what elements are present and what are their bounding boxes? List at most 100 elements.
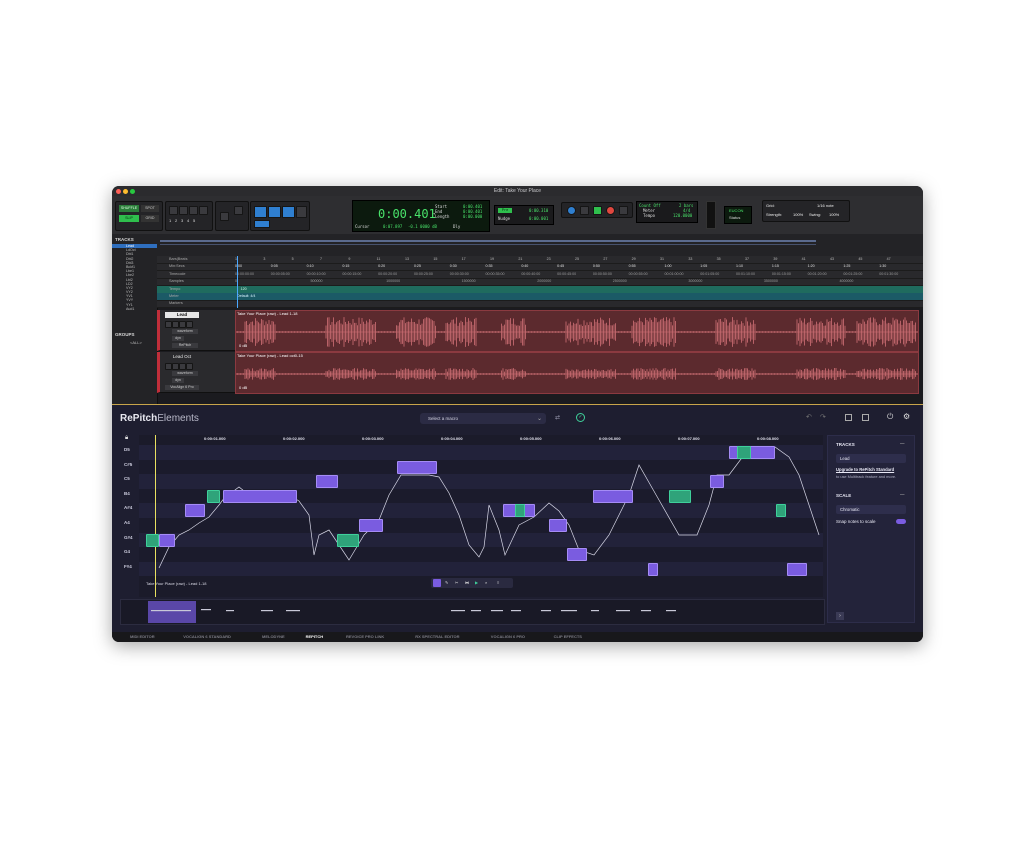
grid-value[interactable]: 1/16 note — [817, 203, 834, 208]
length-value[interactable]: 0:00.000 — [463, 214, 482, 219]
mute-icon[interactable] — [186, 321, 193, 328]
pre-roll-value[interactable]: 0:00.310 — [529, 208, 548, 213]
plugin-tab[interactable]: CLIP EFFECTS — [554, 632, 582, 642]
tempo-value[interactable]: ♩120 — [237, 286, 247, 293]
swing-value[interactable]: 100% — [829, 212, 839, 217]
audio-clip-lead[interactable]: Take Your Place (raw) - Lead 1-18 0 dB — [235, 310, 919, 352]
record-arm-icon[interactable] — [165, 321, 172, 328]
view-selector[interactable]: waveform — [172, 371, 198, 376]
macro-select[interactable]: Select a macro — [420, 413, 546, 424]
pitch-note-blob[interactable] — [593, 489, 633, 503]
upgrade-link[interactable]: Upgrade to RePitch Standard — [836, 467, 894, 472]
pitch-note-blob[interactable] — [669, 489, 691, 503]
plugin-tab[interactable]: MIDI EDITOR — [130, 632, 155, 642]
piano-key-label[interactable]: C#5 — [124, 462, 132, 467]
select-tool-icon[interactable] — [433, 579, 441, 587]
grid-mode-button[interactable]: GRID — [141, 215, 159, 222]
gear-icon[interactable]: ⚙ — [903, 412, 910, 421]
minimize-icon[interactable] — [123, 188, 128, 194]
solo-icon[interactable] — [179, 321, 186, 328]
plugin-tab[interactable]: VOCALIGN 6 PRO — [491, 632, 525, 642]
spot-mode-button[interactable]: SPOT — [141, 205, 159, 212]
undo-icon[interactable]: ↶ — [806, 413, 812, 421]
grabber-tool-button[interactable] — [282, 206, 295, 218]
pitch-note-blob[interactable] — [316, 475, 338, 489]
collapse-icon[interactable]: — — [900, 441, 905, 446]
piano-key-label[interactable]: F#4 — [124, 564, 132, 569]
dyn-button[interactable]: dyn — [172, 336, 184, 341]
chevron-down-icon[interactable]: ⌄ — [537, 415, 542, 422]
pitch-note-blob[interactable] — [515, 504, 525, 518]
track-num-4[interactable]: 4 — [187, 218, 189, 223]
piano-key-label[interactable]: C5 — [124, 476, 130, 481]
nudge-value[interactable]: 0:00.001 — [529, 216, 548, 221]
scissors-icon[interactable]: ✂ — [455, 580, 458, 585]
zoom-in-icon[interactable] — [179, 206, 188, 215]
pitch-note-blob[interactable] — [337, 533, 359, 547]
pitch-note-blob[interactable] — [397, 460, 437, 474]
clip-gain[interactable]: 0 dB — [239, 343, 247, 348]
plugin-tab[interactable]: MELODYNE — [262, 632, 285, 642]
piano-key-label[interactable]: D5 — [124, 447, 130, 452]
overview-navigator[interactable] — [120, 599, 825, 625]
piano-key-label[interactable]: A#4 — [124, 505, 132, 510]
track-num-1[interactable]: 1 — [169, 218, 171, 223]
slip-mode-button[interactable]: SLIP — [119, 215, 139, 222]
dyn-button[interactable]: dyn — [172, 378, 184, 383]
plugin-tab[interactable]: RX SPECTRAL EDITOR — [415, 632, 459, 642]
delay-label[interactable]: Dly — [453, 224, 460, 229]
pitch-note-blob[interactable] — [207, 489, 220, 503]
redo-icon[interactable]: ↷ — [820, 413, 826, 421]
track-num-3[interactable]: 3 — [181, 218, 183, 223]
pitch-note-blob[interactable] — [787, 562, 807, 576]
plugin-tab[interactable]: VOCALIGN 6 STANDARD — [183, 632, 231, 642]
selector-tool-button[interactable] — [268, 206, 281, 218]
plugin-insert[interactable]: VocAlign 6 Pro — [165, 385, 199, 390]
trim-tool-icon[interactable] — [220, 212, 229, 221]
pitch-note-blob[interactable] — [359, 519, 383, 532]
export-icon[interactable] — [862, 414, 869, 421]
track-name-field[interactable]: Lead — [165, 312, 199, 318]
loop-icon[interactable] — [567, 206, 576, 215]
record-arm-icon[interactable] — [165, 363, 172, 370]
main-counter[interactable]: 0:00.401 — [378, 207, 436, 221]
zoom-icon[interactable]: ⌕ — [485, 580, 487, 585]
pitch-note-blob[interactable] — [737, 446, 751, 459]
pencil-tool-icon[interactable] — [296, 206, 307, 218]
rewind-icon[interactable] — [619, 206, 628, 215]
layout-icon[interactable] — [845, 414, 852, 421]
close-icon[interactable] — [116, 188, 121, 194]
plugin-tab[interactable]: REPITCH — [306, 632, 324, 642]
shuffle-mode-button[interactable]: SHUFFLE — [119, 205, 139, 212]
zoom-icon[interactable] — [130, 188, 135, 194]
scale-select[interactable]: Chromatic — [836, 505, 906, 514]
power-icon[interactable]: ⏻ — [887, 412, 893, 422]
piano-key-label[interactable]: A4 — [124, 520, 130, 525]
pitch-note-blob[interactable] — [710, 475, 724, 489]
plugin-tab[interactable]: REVOICE PRO LINK — [346, 632, 384, 642]
zoom-vertical-icon[interactable] — [189, 206, 198, 215]
plugin-insert[interactable]: RePitch — [172, 343, 198, 348]
piano-key-label[interactable]: G4 — [124, 549, 130, 554]
input-monitor-icon[interactable] — [172, 363, 179, 370]
pitch-note-blob[interactable] — [648, 562, 658, 576]
mute-icon[interactable] — [186, 363, 193, 370]
piano-key-label[interactable]: B4 — [124, 491, 130, 496]
meter-value[interactable]: Default: 4/4 — [237, 293, 255, 300]
eucon-label[interactable]: EUCON — [729, 208, 743, 213]
track-name-field[interactable]: Lead Oct — [165, 354, 199, 360]
collapse-icon[interactable]: — — [900, 492, 905, 497]
tempo-value[interactable]: 120.0000 — [673, 213, 692, 218]
track-num-2[interactable]: 2 — [175, 218, 177, 223]
track-list-item[interactable]: Aud1 — [112, 307, 157, 311]
zoom-out-icon[interactable] — [169, 206, 178, 215]
trim-tool-button[interactable] — [254, 206, 267, 218]
pitch-note-blob[interactable] — [776, 504, 786, 518]
play-icon[interactable] — [593, 206, 602, 215]
swap-icon[interactable]: ⇄ — [555, 414, 560, 421]
ruler-row[interactable]: Markers — [157, 300, 923, 309]
check-icon[interactable]: ✓ — [576, 413, 585, 422]
solo-icon[interactable] — [179, 363, 186, 370]
clip-gain[interactable]: 0 dB — [239, 385, 247, 390]
view-selector[interactable]: waveform — [172, 329, 198, 334]
